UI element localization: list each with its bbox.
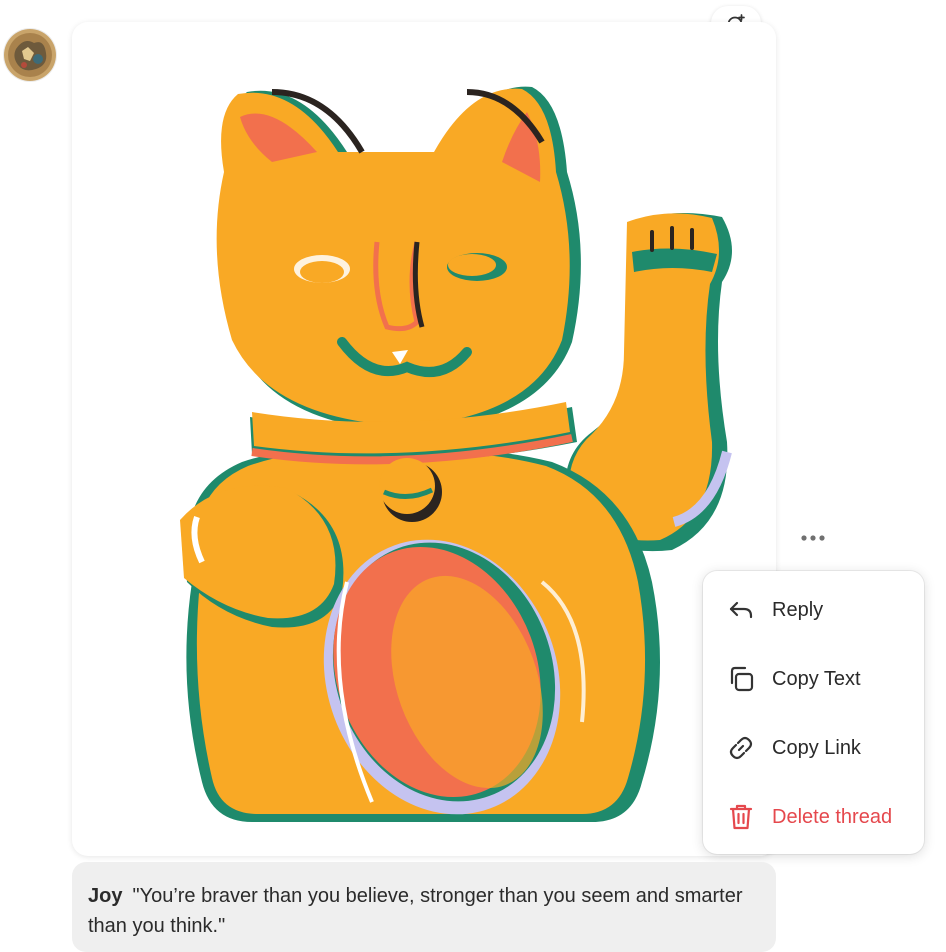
image-attachment[interactable] [72,22,776,856]
avatar-image [4,29,56,81]
message-text: "You’re braver than you believe, stronge… [88,885,743,937]
menu-item-label: Reply [772,598,824,621]
lucky-cat-illustration [180,86,732,822]
copy-icon [725,663,757,695]
menu-item-copy-link[interactable]: Copy Link [703,718,924,778]
message-author[interactable]: Joy [88,885,122,907]
reply-icon [725,594,757,626]
more-options-button[interactable] [794,523,832,553]
menu-item-reply[interactable]: Reply [703,580,924,640]
message-context-menu: Reply Copy Text Copy Link Delete thread [703,571,924,854]
more-horizontal-icon [801,535,825,541]
avatar[interactable] [4,29,56,81]
message-caption: Joy "You’re braver than you believe, stro… [72,862,776,952]
menu-item-delete-thread[interactable]: Delete thread [703,787,924,847]
trash-icon [725,801,757,833]
link-icon [725,732,757,764]
menu-item-label: Copy Link [772,736,861,759]
menu-item-label: Copy Text [772,667,861,690]
menu-item-copy-text[interactable]: Copy Text [703,649,924,709]
menu-item-label: Delete thread [772,805,893,828]
